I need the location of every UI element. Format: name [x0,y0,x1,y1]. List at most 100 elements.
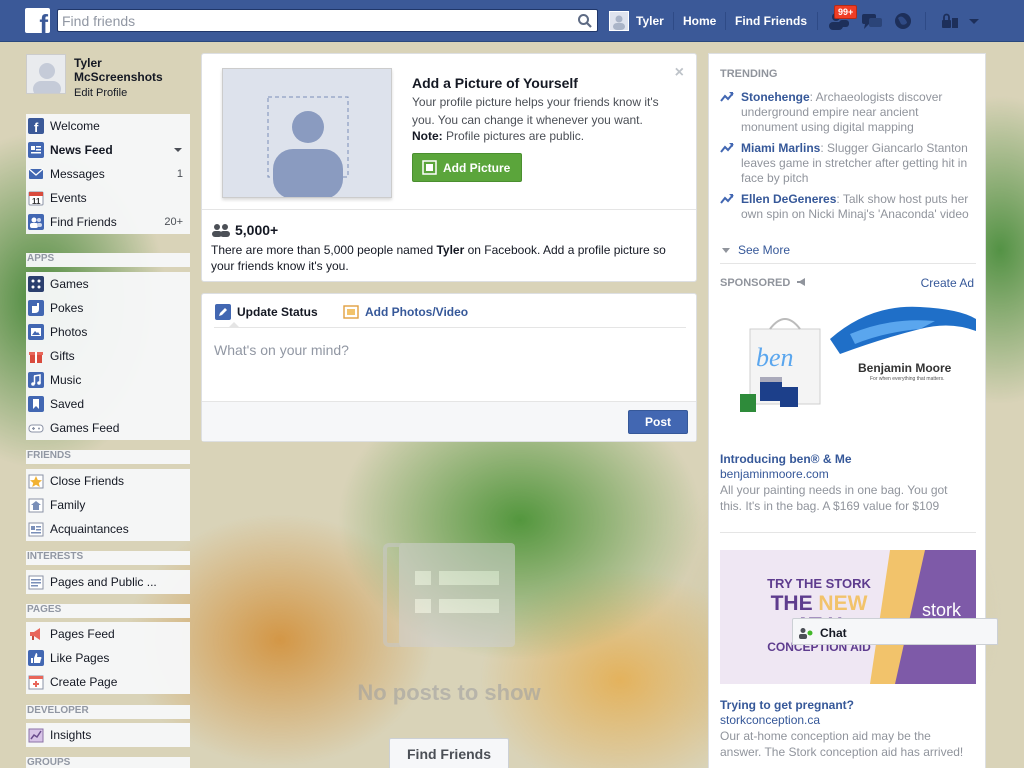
sidebar-item-pages-and-public-figures[interactable]: Pages and Public ... [26,570,190,594]
card-divider [202,209,696,210]
news-feed-options-chevron-down-icon[interactable] [174,148,182,152]
sidebar-item-music[interactable]: Music [26,368,190,392]
chat-bar[interactable]: Chat [792,618,998,645]
bookmark-icon [28,396,44,412]
calendar-icon: 11 [28,191,44,206]
section-head-interests[interactable]: INTERESTS [26,551,190,565]
section-head-apps[interactable]: APPS [26,253,190,267]
sponsored-label: SPONSORED [720,277,791,289]
trending-text: Miami Marlins: Slugger Giancarlo Stanton… [741,141,976,186]
sidebar-item-label: Games Feed [50,421,120,435]
edit-profile-link[interactable]: Edit Profile [74,87,127,99]
add-picture-title: Add a Picture of Yourself [412,75,578,91]
sidebar-item-label: Messages [50,167,105,181]
ad-image-benjamin-moore[interactable]: ben Benjamin Moore For when everything t… [720,299,976,429]
tab-label: Update Status [237,305,318,319]
sidebar-item-welcome[interactable]: f Welcome [26,114,190,138]
search-icon[interactable] [577,13,593,29]
top-avatar[interactable] [609,11,629,31]
create-ad-link[interactable]: Create Ad [921,276,974,290]
top-separator [725,12,726,30]
sidebar-item-messages[interactable]: Messages 1 [26,162,190,186]
section-head-developer[interactable]: DEVELOPER [26,705,190,719]
sidebar-item-events[interactable]: 11 Events [26,186,190,210]
notification-badge: 99+ [834,5,858,19]
ad-url-link[interactable]: benjaminmoore.com [720,467,829,481]
sidebar-item-find-friends[interactable]: Find Friends 20+ [26,210,190,234]
people-desc-name: Tyler [436,243,465,257]
sidebar-item-games-feed[interactable]: Games Feed [26,416,190,440]
sidebar-item-pages-feed[interactable]: Pages Feed [26,622,190,646]
sidebar-item-like-pages[interactable]: Like Pages [26,646,190,670]
ad-url-link[interactable]: storkconception.ca [720,713,820,727]
profile-name-link[interactable]: Tyler McScreenshots [74,56,188,84]
ad-bag-text: ben [756,343,794,372]
messages-icon[interactable] [861,11,883,31]
trending-topic-link[interactable]: Ellen DeGeneres [741,192,836,206]
sidebar-item-games[interactable]: Games [26,272,190,296]
sidebar-item-label: Pokes [50,301,84,315]
add-picture-button-label: Add Picture [443,161,511,175]
find-friends-button[interactable]: Find Friends [389,738,509,768]
page-scrollbar[interactable] [986,42,1024,768]
sidebar-item-create-page[interactable]: Create Page [26,670,190,694]
note-label: Note: [412,129,443,143]
sidebar-item-label: Acquaintances [50,522,129,536]
post-button[interactable]: Post [628,410,688,434]
nav-group-friends: Close Friends Family Acquaintances [26,469,190,541]
camera-frame-icon [422,160,437,175]
sidebar-item-insights[interactable]: Insights [26,723,190,747]
trending-topic-link[interactable]: Miami Marlins [741,141,820,155]
see-more-link[interactable]: See More [722,243,790,257]
notifications-globe-icon[interactable] [892,11,914,31]
home-link[interactable]: Home [683,14,716,28]
section-head-pages[interactable]: PAGES [26,604,190,618]
top-separator [673,12,674,30]
facebook-logo-icon[interactable]: f [25,8,50,33]
sidebar-item-acquaintances[interactable]: Acquaintances [26,517,190,541]
profile-picture[interactable] [26,54,66,94]
trending-topic-link[interactable]: Stonehenge [741,90,810,104]
sidebar-item-label: Find Friends [50,215,117,229]
acquaintances-icon [28,522,44,537]
status-input[interactable] [214,342,684,382]
sidebar-item-gifts[interactable]: Gifts [26,344,190,368]
account-menu-chevron-down-icon[interactable] [967,11,981,31]
sidebar-item-saved[interactable]: Saved [26,392,190,416]
sidebar-item-label: Gifts [50,349,75,363]
section-head-groups[interactable]: GROUPS [26,757,190,768]
add-picture-button[interactable]: Add Picture [412,153,522,182]
close-icon[interactable]: × [675,64,684,82]
sidebar-item-news-feed[interactable]: News Feed [26,138,190,162]
profile-placeholder-image[interactable] [222,68,392,198]
sidebar-item-label: Pages and Public ... [50,575,157,589]
find-friends-link[interactable]: Find Friends [735,14,807,28]
poke-hand-icon [28,300,44,316]
sidebar-item-pokes[interactable]: Pokes [26,296,190,320]
privacy-shortcuts-icon[interactable] [939,11,961,31]
sidebar-item-photos[interactable]: Photos [26,320,190,344]
sidebar-item-label: Insights [50,728,92,742]
ad-line-2-highlight: NEW [818,592,868,615]
svg-text:f: f [34,120,39,134]
top-user-name-link[interactable]: Tyler [636,14,664,28]
people-count-value: 5,000+ [235,222,279,238]
sponsored-head: SPONSORED [720,277,808,289]
ad-brand-tagline: For when everything that matters. [870,376,945,382]
sidebar-item-close-friends[interactable]: Close Friends [26,469,190,493]
section-head-friends[interactable]: FRIENDS [26,450,190,464]
chevron-down-icon [722,248,730,253]
sidebar-item-label: Photos [50,325,88,339]
ad-title-link[interactable]: Trying to get pregnant? [720,698,854,712]
composer-footer: Post [202,401,696,441]
search-input[interactable] [62,10,572,31]
sidebar-item-family[interactable]: Family [26,493,190,517]
empty-feed-icon [383,543,515,647]
trending-text: Stonehenge: Archaeologists discover unde… [741,90,976,135]
ad-title-link[interactable]: Introducing ben® & Me [720,452,852,466]
add-picture-card: Add a Picture of Yourself Your profile p… [201,53,697,282]
facebook-icon: f [28,118,44,134]
ad-description: Our at-home conception aid may be the an… [720,729,964,759]
ad-image-stork[interactable]: TRY THE STORK THE NEW AT-H CONCEPTION AI… [720,550,976,684]
sidebar-item-count: 20+ [164,216,183,228]
